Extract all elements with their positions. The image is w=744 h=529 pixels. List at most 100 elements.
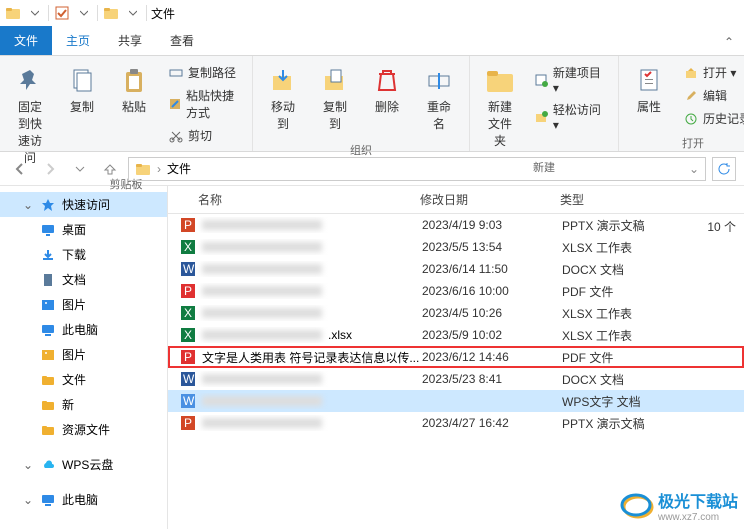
tab-view[interactable]: 查看 bbox=[156, 26, 208, 55]
history-button[interactable]: 历史记录 bbox=[679, 108, 744, 129]
sidebar-item-resource-folder[interactable]: 资源文件 bbox=[0, 417, 167, 442]
sidebar-item-desktop[interactable]: 桌面 bbox=[0, 217, 167, 242]
dropdown-icon[interactable] bbox=[124, 4, 142, 22]
history-icon bbox=[683, 111, 699, 127]
tab-home[interactable]: 主页 bbox=[52, 26, 104, 55]
file-type: XLSX 工作表 bbox=[562, 239, 682, 256]
svg-text:W: W bbox=[183, 372, 195, 386]
ribbon-collapse-button[interactable]: ⌃ bbox=[714, 29, 744, 55]
table-row[interactable]: X.xlsx2023/5/9 10:02XLSX 工作表 bbox=[168, 324, 744, 346]
paste-shortcut-button[interactable]: 粘贴快捷方式 bbox=[164, 85, 244, 123]
sidebar-item-quick-access[interactable]: ⌄ 快速访问 bbox=[0, 192, 167, 217]
label: 打开 ▾ bbox=[703, 64, 736, 81]
edit-icon bbox=[683, 88, 699, 104]
column-date[interactable]: 修改日期 bbox=[420, 191, 560, 208]
file-list: 名称 修改日期 类型 P2023/4/19 9:03PPTX 演示文稿X2023… bbox=[168, 186, 744, 529]
label: 复制到 bbox=[319, 98, 351, 132]
table-row[interactable]: P2023/4/27 16:42PPTX 演示文稿 bbox=[168, 412, 744, 434]
copy-path-button[interactable]: 复制路径 bbox=[164, 62, 244, 83]
address-dropdown[interactable]: ⌄ bbox=[689, 162, 699, 176]
move-to-icon bbox=[267, 64, 299, 96]
sidebar-item-pictures2[interactable]: 图片 bbox=[0, 342, 167, 367]
new-item-icon bbox=[534, 72, 549, 88]
file-type: DOCX 文档 bbox=[562, 261, 682, 278]
open-button[interactable]: 打开 ▾ bbox=[679, 62, 744, 83]
rename-button[interactable]: 重命名 bbox=[417, 60, 461, 136]
download-icon bbox=[40, 247, 56, 263]
column-name[interactable]: 名称 bbox=[168, 191, 420, 208]
file-type: PPTX 演示文稿 bbox=[562, 415, 682, 432]
column-type[interactable]: 类型 bbox=[560, 191, 680, 208]
sidebar-item-documents[interactable]: 文档 bbox=[0, 267, 167, 292]
label: 历史记录 bbox=[703, 110, 744, 127]
pic-icon bbox=[40, 297, 56, 313]
sidebar-item-new-folder[interactable]: 新 bbox=[0, 392, 167, 417]
expand-icon[interactable]: ⌄ bbox=[22, 198, 34, 212]
table-row[interactable]: X2023/5/5 13:54XLSX 工作表 bbox=[168, 236, 744, 258]
sidebar-item-label: 此电脑 bbox=[62, 491, 98, 508]
star-icon bbox=[40, 197, 56, 213]
sidebar-item-label: WPS云盘 bbox=[62, 456, 113, 473]
svg-text:X: X bbox=[184, 306, 192, 320]
table-row[interactable]: W2023/6/14 11:50DOCX 文档 bbox=[168, 258, 744, 280]
checkbox-icon[interactable] bbox=[53, 4, 71, 22]
copy-to-button[interactable]: 复制到 bbox=[313, 60, 357, 136]
edit-button[interactable]: 编辑 bbox=[679, 85, 744, 106]
dropdown-icon[interactable] bbox=[75, 4, 93, 22]
properties-button[interactable]: 属性 bbox=[627, 60, 671, 119]
svg-text:X: X bbox=[184, 328, 192, 342]
back-button[interactable] bbox=[8, 157, 32, 181]
copy-large-button[interactable]: 复制 bbox=[60, 60, 104, 119]
chevron-right-icon[interactable]: › bbox=[157, 162, 161, 176]
refresh-button[interactable] bbox=[712, 157, 736, 181]
cut-button[interactable]: 剪切 bbox=[164, 125, 244, 146]
sidebar-item-wps-cloud[interactable]: ⌄ WPS云盘 bbox=[0, 452, 167, 477]
table-row[interactable]: P2023/4/19 9:03PPTX 演示文稿 bbox=[168, 214, 744, 236]
table-row[interactable]: P文字是人类用表 符号记录表达信息以传...2023/6/12 14:46PDF… bbox=[168, 346, 744, 368]
file-tab[interactable]: 文件 bbox=[0, 26, 52, 55]
paste-icon bbox=[118, 64, 150, 96]
tab-share[interactable]: 共享 bbox=[104, 26, 156, 55]
sidebar-item-label: 此电脑 bbox=[62, 321, 98, 338]
label: 复制 bbox=[70, 98, 94, 115]
copy-to-icon bbox=[319, 64, 351, 96]
new-item-button[interactable]: 新建项目 ▾ bbox=[530, 62, 610, 97]
folder-icon bbox=[40, 397, 56, 413]
easy-access-button[interactable]: 轻松访问 ▾ bbox=[530, 99, 610, 134]
sidebar-item-this-pc[interactable]: ⌄ 此电脑 bbox=[0, 487, 167, 512]
pin-large-button[interactable]: 固定到快 速访问 bbox=[8, 60, 52, 170]
breadcrumb[interactable]: 文件 bbox=[167, 160, 191, 177]
file-date: 2023/5/5 13:54 bbox=[422, 240, 562, 254]
label: 复制路径 bbox=[188, 64, 236, 81]
sidebar-item-files-folder[interactable]: 文件 bbox=[0, 367, 167, 392]
recent-dropdown[interactable] bbox=[68, 157, 92, 181]
table-row[interactable]: W2023/5/23 8:41DOCX 文档 bbox=[168, 368, 744, 390]
breadcrumb-label: 文件 bbox=[167, 160, 191, 177]
pc-icon bbox=[40, 322, 56, 338]
sidebar-item-label: 快速访问 bbox=[62, 196, 110, 213]
sidebar-item-this-pc-shortcut[interactable]: 此电脑 bbox=[0, 317, 167, 342]
address-bar[interactable]: › 文件 ⌄ bbox=[128, 157, 706, 181]
file-type-icon: P bbox=[180, 349, 196, 365]
move-to-button[interactable]: 移动到 bbox=[261, 60, 305, 136]
pin-icon bbox=[14, 64, 46, 96]
file-type-icon: W bbox=[180, 371, 196, 387]
table-row[interactable]: WWPS文字 文档 bbox=[168, 390, 744, 412]
dropdown-icon[interactable] bbox=[26, 4, 44, 22]
forward-button[interactable] bbox=[38, 157, 62, 181]
table-row[interactable]: P2023/6/16 10:00PDF 文件 bbox=[168, 280, 744, 302]
expand-icon[interactable]: ⌄ bbox=[22, 493, 34, 507]
file-date: 2023/5/9 10:02 bbox=[422, 328, 562, 342]
sidebar-item-pictures[interactable]: 图片 bbox=[0, 292, 167, 317]
watermark-text: 极光下载站 bbox=[658, 488, 738, 512]
expand-icon[interactable]: ⌄ bbox=[22, 458, 34, 472]
new-folder-button[interactable]: 新建 文件夹 bbox=[478, 60, 522, 153]
delete-button[interactable]: 删除 bbox=[365, 60, 409, 119]
table-row[interactable]: X2023/4/5 10:26XLSX 工作表 bbox=[168, 302, 744, 324]
label: 粘贴 bbox=[122, 98, 146, 115]
properties-icon bbox=[633, 64, 665, 96]
up-button[interactable] bbox=[98, 157, 122, 181]
paste-large-button[interactable]: 粘贴 bbox=[112, 60, 156, 119]
sidebar-item-downloads[interactable]: 下载 bbox=[0, 242, 167, 267]
file-type: PPTX 演示文稿 bbox=[562, 217, 682, 234]
